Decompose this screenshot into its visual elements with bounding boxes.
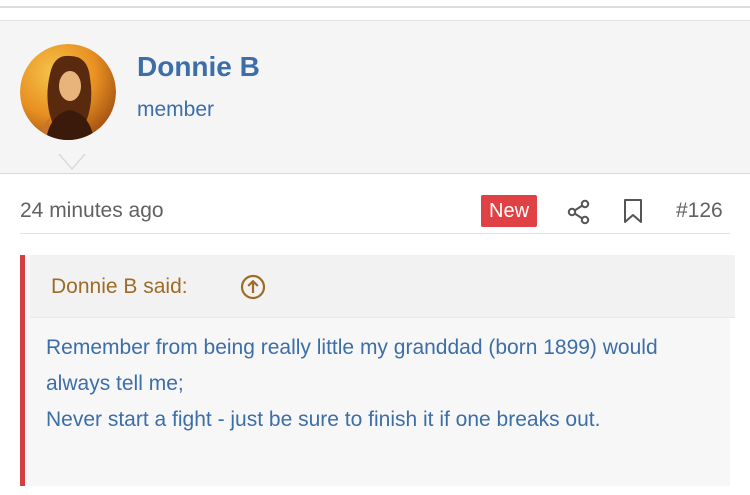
new-badge: New xyxy=(481,195,538,227)
user-avatar[interactable] xyxy=(20,44,116,140)
post-meta-bar: 24 minutes ago New #126 xyxy=(0,175,750,235)
arrow-up-circle-icon[interactable] xyxy=(240,274,266,300)
bookmark-icon[interactable] xyxy=(620,197,646,225)
quote-header: Donnie B said: xyxy=(30,255,735,318)
quote-line: Remember from being really little my gra… xyxy=(46,336,658,395)
top-divider xyxy=(0,0,750,8)
quote-block: Donnie B said: Remember from being reall… xyxy=(20,255,735,486)
quote-attribution[interactable]: Donnie B said: xyxy=(51,275,188,299)
meta-divider xyxy=(20,233,730,234)
post-user-header: Donnie B member xyxy=(0,20,750,174)
quote-line: Never start a fight - just be sure to fi… xyxy=(46,408,601,431)
quote-text: Remember from being really little my gra… xyxy=(46,330,706,438)
header-pointer-fill xyxy=(59,153,85,168)
share-icon[interactable] xyxy=(566,199,592,225)
post-number-link[interactable]: #126 xyxy=(676,199,723,223)
user-title: member xyxy=(137,98,215,121)
avatar-photo xyxy=(20,44,116,140)
post-timestamp[interactable]: 24 minutes ago xyxy=(20,199,164,223)
user-name[interactable]: Donnie B xyxy=(137,51,260,83)
